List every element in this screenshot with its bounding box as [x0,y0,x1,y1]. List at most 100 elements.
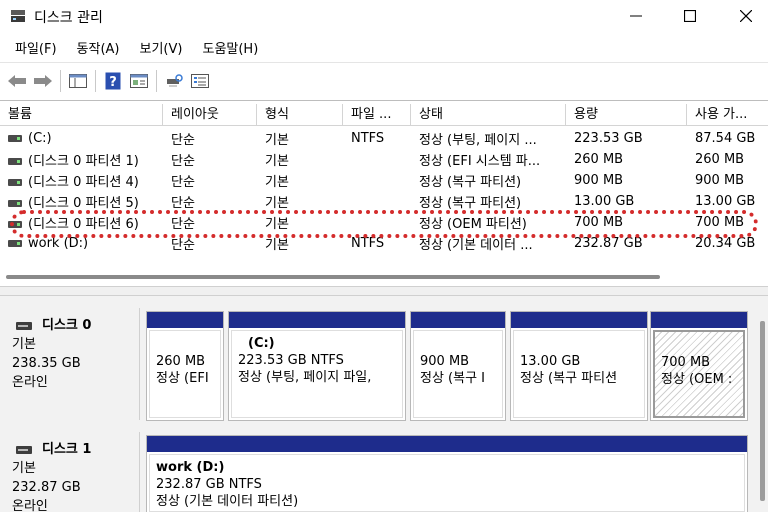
disk-size: 232.87 GB [12,480,81,495]
volume-layout: 단순 [171,133,195,148]
disk-map: 디스크 0 기본 238.35 GB 온라인 260 MB 정상 (EFI (C… [0,296,768,512]
partition-recovery-1[interactable]: 900 MB 정상 (복구 I [410,311,506,421]
volume-capacity: 232.87 GB [574,236,643,251]
list-view-button[interactable] [187,68,213,94]
volume-capacity: 900 MB [574,173,624,188]
disk-name: 디스크 0 [42,318,92,333]
volume-status: 정상 (부팅, 페이지 ... [419,133,537,148]
volume-capacity: 223.53 GB [574,131,643,146]
forward-button[interactable] [30,68,56,94]
toolbar-separator [156,69,157,92]
partition-d[interactable]: work (D:) 232.87 GB NTFS 정상 (기본 데이터 파티션) [146,435,748,512]
help-icon: ? [105,72,121,90]
forward-arrow-icon [34,74,52,87]
rescan-button[interactable] [161,68,187,94]
disk-size: 238.35 GB [12,356,81,371]
back-arrow-icon [8,74,26,87]
partition-title: (C:) [248,336,275,351]
partition-bar [147,312,223,328]
partition-recovery-2[interactable]: 13.00 GB 정상 (복구 파티션 [510,311,648,421]
partition-status: 정상 (기본 데이터 파티션) [156,494,299,509]
list-view-icon [191,73,209,88]
partition-status: 정상 (부팅, 페이지 파일, [238,370,372,385]
table-row[interactable]: (디스크 0 파티션 1) 단순 기본 정상 (EFI 시스템 파... 260… [0,149,768,170]
disk-type: 기본 [12,461,36,476]
volume-layout: 단순 [171,154,195,169]
disk-1-info[interactable]: 디스크 1 기본 232.87 GB 온라인 [0,432,140,512]
table-row[interactable]: (C:) 단순 기본 NTFS 정상 (부팅, 페이지 ... 223.53 G… [0,128,768,149]
vertical-scrollbar[interactable] [760,321,765,501]
volume-free-space: 87.54 GB [695,131,756,146]
partition-bar [229,312,405,328]
partition-bar [147,436,747,452]
partition-bar [411,312,505,328]
partition-size: 900 MB [420,354,470,369]
volume-capacity: 13.00 GB [574,194,635,209]
volume-name: (디스크 0 파티션 5) [28,196,139,211]
disk-0-info[interactable]: 디스크 0 기본 238.35 GB 온라인 [0,308,140,420]
volume-free-space: 13.00 GB [695,194,756,209]
highlight-annotation [10,210,758,238]
maximize-icon [684,10,696,22]
menu-help[interactable]: 도움말(H) [195,38,265,57]
column-header-free-space[interactable]: 사용 가... [687,104,768,126]
volume-icon [8,158,22,165]
close-button[interactable] [718,0,768,32]
partition-size: 260 MB [156,354,206,369]
partition-c[interactable]: (C:) 223.53 GB NTFS 정상 (부팅, 페이지 파일, [228,311,406,421]
volume-status: 정상 (복구 파티션) [419,175,522,190]
pane-splitter[interactable] [0,286,768,296]
column-header-filesystem[interactable]: 파일 ... [343,104,411,126]
title-bar: 디스크 관리 [0,0,768,34]
partition-status: 정상 (EFI [156,371,209,386]
column-header-capacity[interactable]: 용량 [566,104,687,126]
hard-disk-icon [16,321,32,330]
console-tree-button[interactable] [65,68,91,94]
maximize-button[interactable] [662,0,718,32]
minimize-button[interactable] [608,0,664,32]
volume-type: 기본 [265,196,289,211]
volume-free-space: 20.34 GB [695,236,756,251]
toolbar: ? [0,62,768,98]
volume-list: 볼륨 레이아웃 형식 파일 ... 상태 용량 사용 가... (C:) 단순 … [0,100,768,286]
volume-name: (디스크 0 파티션 4) [28,175,139,190]
partition-status: 정상 (OEM : [661,372,733,387]
volume-filesystem: NTFS [351,131,385,146]
volume-capacity: 260 MB [574,152,624,167]
menu-action[interactable]: 동작(A) [70,38,127,57]
toolbar-separator [95,69,96,92]
close-icon [740,10,752,22]
column-header-status[interactable]: 상태 [411,104,566,126]
disk-type: 기본 [12,337,36,352]
partition-size: 700 MB [661,355,711,370]
help-button[interactable]: ? [100,68,126,94]
rescan-icon [167,73,183,86]
partition-size: 223.53 GB NTFS [238,353,344,368]
volume-free-space: 260 MB [695,152,745,167]
volume-type: 기본 [265,154,289,169]
volume-name: (디스크 0 파티션 1) [28,154,139,169]
column-header-layout[interactable]: 레이아웃 [163,104,257,126]
toolbar-separator [60,69,61,92]
svg-text:?: ? [109,75,117,90]
partition-oem[interactable]: 700 MB 정상 (OEM : [650,311,748,421]
volume-layout: 단순 [171,175,195,190]
volume-type: 기본 [265,133,289,148]
horizontal-scrollbar[interactable] [6,275,660,279]
table-row[interactable]: (디스크 0 파티션 5) 단순 기본 정상 (복구 파티션) 13.00 GB… [0,191,768,212]
properties-button[interactable] [126,68,152,94]
volume-table-header: 볼륨 레이아웃 형식 파일 ... 상태 용량 사용 가... [0,104,768,126]
column-header-type[interactable]: 형식 [257,104,343,126]
table-row[interactable]: (디스크 0 파티션 4) 단순 기본 정상 (복구 파티션) 900 MB 9… [0,170,768,191]
menu-view[interactable]: 보기(V) [133,38,190,57]
console-tree-icon [69,73,87,88]
partition-efi[interactable]: 260 MB 정상 (EFI [146,311,224,421]
volume-icon [8,200,22,207]
menu-file[interactable]: 파일(F) [8,38,64,57]
menu-bar: 파일(F) 동작(A) 보기(V) 도움말(H) [0,34,768,60]
volume-type: 기본 [265,175,289,190]
minimize-icon [630,15,642,17]
partition-bar [651,312,747,328]
back-button[interactable] [4,68,30,94]
column-header-volume[interactable]: 볼륨 [0,104,163,126]
